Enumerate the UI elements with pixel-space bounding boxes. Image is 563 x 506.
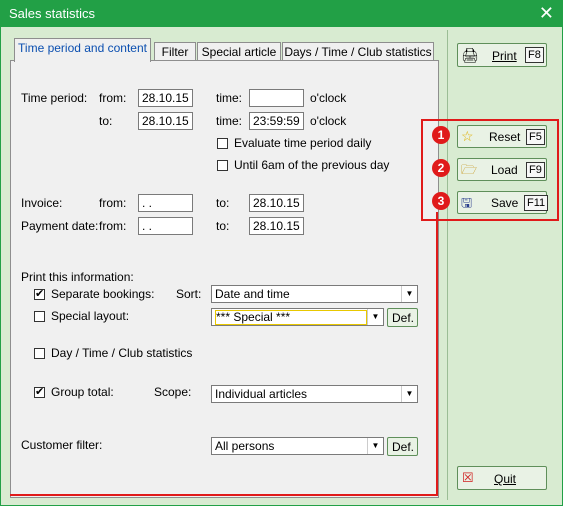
customer-filter-value: All persons [215,439,275,453]
to-time-input[interactable]: 23:59:59 [249,112,304,130]
oclock-label-2: o'clock [310,114,347,128]
print-info-heading: Print this information: [21,270,134,284]
close-icon[interactable]: ✕ [539,3,554,24]
close-box-icon: ☒ [462,470,474,485]
chevron-down-icon: ▼ [401,286,417,302]
customer-filter-label: Customer filter: [21,438,103,452]
highlight-line-bottom [10,494,437,496]
until-6am-label: Until 6am of the previous day [234,158,390,172]
group-total-checkbox[interactable] [34,385,45,398]
invoice-label: Invoice: [21,196,63,210]
evaluate-daily-label: Evaluate time period daily [234,136,372,150]
payment-to-input[interactable]: 28.10.15 [249,217,304,235]
print-button[interactable]: 🖨 Print F8 [457,43,547,67]
day-time-club-checkbox[interactable] [34,348,45,359]
sort-select-value: Date and time [215,287,290,301]
oclock-label: o'clock [310,91,347,105]
scope-select-value: Individual articles [215,387,308,401]
separate-bookings-label: Separate bookings: [51,287,155,301]
payment-from-label: from: [99,219,127,233]
scope-label: Scope: [154,385,192,399]
to-date-input[interactable]: 28.10.15 [138,112,193,130]
payment-to-label: to: [216,219,230,233]
separate-bookings-checkbox[interactable] [34,287,45,300]
title-bar: Sales statistics ✕ [1,1,562,27]
printer-icon: 🖨 [461,47,479,63]
highlight-line-right [436,212,438,496]
payment-date-label: Payment date: [21,219,99,233]
side-panel [447,30,558,500]
customer-filter-select[interactable]: All persons ▼ [211,437,384,455]
badge-3: 3 [432,192,450,210]
chevron-down-icon: ▼ [367,309,383,325]
tab-special-article[interactable]: Special article [197,42,281,61]
special-layout-def-button[interactable]: Def. [387,308,418,327]
group-total-label: Group total: [51,385,114,399]
invoice-to-input[interactable]: 28.10.15 [249,194,304,212]
tab-days-time-club-statistics[interactable]: Days / Time / Club statistics [282,42,434,61]
evaluate-daily-checkbox[interactable] [217,138,228,149]
payment-from-input[interactable]: . . [138,217,193,235]
time-label: time: [216,91,243,105]
special-layout-select[interactable]: *** Special *** ▼ [211,308,384,326]
badge-2: 2 [432,159,450,177]
from-time-input[interactable] [249,89,304,107]
tab-filter[interactable]: Filter [154,42,196,61]
quit-button[interactable]: ☒ Quit [457,466,547,490]
from-label: from: [99,91,127,105]
time-label-2: time: [216,114,243,128]
sort-label: Sort: [176,287,202,301]
until-6am-checkbox[interactable] [217,160,228,171]
from-date-input[interactable]: 28.10.15 [138,89,193,107]
window-title: Sales statistics [9,6,95,21]
time-period-label: Time period: [21,91,88,105]
to-label: to: [99,114,113,128]
chevron-down-icon: ▼ [367,438,383,454]
customer-filter-def-button[interactable]: Def. [387,437,418,456]
chevron-down-icon: ▼ [401,386,417,402]
special-layout-label: Special layout: [51,309,130,323]
tab-time-period-and-content[interactable]: Time period and content [14,38,151,62]
special-layout-checkbox[interactable] [34,311,45,322]
badge-1: 1 [432,126,450,144]
day-time-club-label: Day / Time / Club statistics [51,346,193,360]
invoice-to-label: to: [216,196,230,210]
scope-select[interactable]: Individual articles ▼ [211,385,418,403]
sort-select[interactable]: Date and time ▼ [211,285,418,303]
invoice-from-label: from: [99,196,127,210]
invoice-from-input[interactable]: . . [138,194,193,212]
special-layout-value: *** Special *** [215,310,367,325]
